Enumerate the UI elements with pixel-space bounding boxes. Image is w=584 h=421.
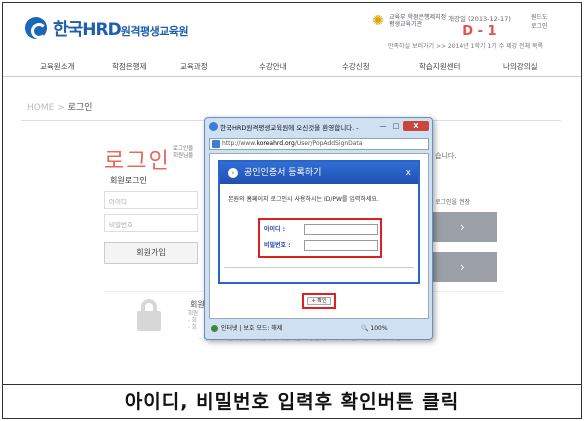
password-label: 비밀번호 : [264, 242, 291, 249]
bullet-arrow-icon: › [228, 168, 238, 178]
id-label: 아이디 : [264, 226, 286, 233]
cert-login-button[interactable]: › [433, 212, 497, 242]
window-close-button[interactable]: X [403, 121, 429, 131]
popup-id-input[interactable] [304, 224, 378, 235]
info-line-2: - 회 [188, 318, 197, 324]
site-logo[interactable]: 한국HRD원격평생교육원 [25, 15, 189, 40]
breadcrumb-home[interactable]: HOME [27, 103, 54, 113]
confirm-button[interactable]: + 확인 [307, 297, 331, 305]
nav-item-support[interactable]: 학습지원센터 [419, 61, 460, 72]
nav-item-my-class[interactable]: 나의강의실 [503, 61, 538, 72]
chevron-right-icon: › [460, 260, 465, 274]
password-field[interactable]: 비밀번호 [104, 214, 198, 232]
info-line-3: - 회 [188, 325, 197, 331]
address-prefix: http://www. [222, 140, 257, 147]
top-links: 원드도 로그인 [531, 13, 548, 31]
credentials-highlight: 아이디 : 비밀번호 : [258, 218, 382, 258]
nav-item-apply[interactable]: 수강신청 [342, 61, 370, 72]
chevron-right-icon: › [460, 220, 465, 234]
cert-panel-header: › 공인인증서 등록하기 x [220, 162, 418, 184]
nav-item-about[interactable]: 교육원소개 [40, 61, 75, 72]
top-link-1[interactable]: 원드도 [531, 13, 548, 22]
popup-window: 한국HRD원격평생교육원에 오신것을 환영합니다. - — □ X http:/… [204, 117, 433, 340]
course-start-date: 개강일 (2013-12-17) D - 1 [448, 13, 511, 39]
screenshot-frame: 한국HRD원격평생교육원 ✺ 교육부 학점은행제지정 평생교육기관 개강일 (2… [2, 2, 582, 419]
minimize-button[interactable]: — [377, 121, 389, 131]
status-text: 인터넷 | 보호 모드: 해제 [221, 325, 283, 332]
top-link-login[interactable]: 로그인 [531, 22, 548, 31]
close-icon[interactable]: x [406, 162, 411, 184]
status-bar: 인터넷 | 보호 모드: 해제 🔍 100% [209, 322, 429, 335]
header-sub-line[interactable]: 만족하실 보러가기 >> 2014년 1학기 1기 수 제강 전체 목록 [388, 41, 543, 50]
address-domain: koreahrd.org [256, 140, 295, 147]
maximize-button[interactable]: □ [390, 121, 402, 131]
nav-item-credit-bank[interactable]: 학점은행제 [112, 61, 147, 72]
partner-text-1: 교육부 학점은행제지정 [389, 14, 447, 21]
login-description: 로그인을 회원님을 [173, 146, 193, 160]
address-suffix: /User/PopAddSignData [294, 140, 363, 147]
breadcrumb-separator: > [57, 103, 65, 113]
partner-emblem-icon: ✺ [372, 13, 384, 29]
info-title: 회원 [190, 300, 205, 309]
start-date-text: 개강일 (2013-12-17) [448, 15, 511, 23]
info-line-1: 회원 [188, 311, 199, 317]
main-nav: 교육원소개 학점은행제 교육과정 수강안내 수강신청 학습지원센터 나의강의실 [3, 55, 581, 77]
page-icon [212, 140, 220, 148]
popup-title: 한국HRD원격평생교육원에 오신것을 환영합니다. - [220, 124, 359, 132]
lock-icon [136, 298, 162, 332]
partner-badge: ✺ 교육부 학점은행제지정 평생교육기관 [370, 13, 446, 29]
panel-divider [224, 267, 414, 268]
login-desc-line-1: 로그인을 [173, 146, 194, 152]
right-note-2: 로그인을 권장 [435, 199, 471, 206]
popup-password-input[interactable] [304, 240, 378, 251]
confirm-highlight: + 확인 [302, 293, 336, 309]
zoom-level[interactable]: 🔍 100% [361, 322, 388, 335]
cert-guide-text: 본원의 홈페이지 로그인시 사용하시는 ID/PW를 입력하세요. [228, 196, 379, 203]
logo-main-text: 한국HRD [53, 20, 122, 40]
dday-counter: D - 1 [462, 24, 497, 39]
cert-panel-title: 공인인증서 등록하기 [244, 168, 322, 178]
login-desc-line-2: 회원님을 [173, 153, 194, 159]
popup-content: › 공인인증서 등록하기 x 본원의 홈페이지 로그인시 사용하시는 ID/PW를… [209, 153, 429, 319]
info-lines: 회원 - 회 - 회 [188, 311, 198, 332]
member-login-label: 회원로그인 [110, 176, 147, 185]
logo-sub-text: 원격평생교육원 [120, 25, 189, 38]
nav-item-guide[interactable]: 수강안내 [259, 61, 287, 72]
member-login-form: 회원로그인 아이디 비밀번호 회원가입 [104, 175, 204, 283]
right-note-1: 습니다. [435, 152, 457, 160]
nav-item-courses[interactable]: 교육과정 [180, 61, 208, 72]
partner-text-2: 평생교육기관 [389, 21, 423, 28]
join-button[interactable]: 회원가입 [104, 242, 198, 264]
instruction-caption: 아이디, 비밀번호 입력후 확인버튼 클릭 [3, 384, 581, 418]
logo-mark-icon [25, 16, 47, 39]
page-title: 로그인 [104, 149, 171, 174]
breadcrumb: HOME > 로그인 [27, 100, 92, 113]
cert-register-panel: › 공인인증서 등록하기 x 본원의 홈페이지 로그인시 사용하시는 ID/PW를… [218, 160, 420, 284]
address-bar[interactable]: http://www.koreahrd.org/User/PopAddSignD… [209, 138, 429, 150]
cert-register-button[interactable]: › [433, 252, 497, 282]
globe-icon [211, 325, 218, 332]
breadcrumb-current: 로그인 [67, 103, 93, 113]
id-field[interactable]: 아이디 [104, 191, 198, 209]
